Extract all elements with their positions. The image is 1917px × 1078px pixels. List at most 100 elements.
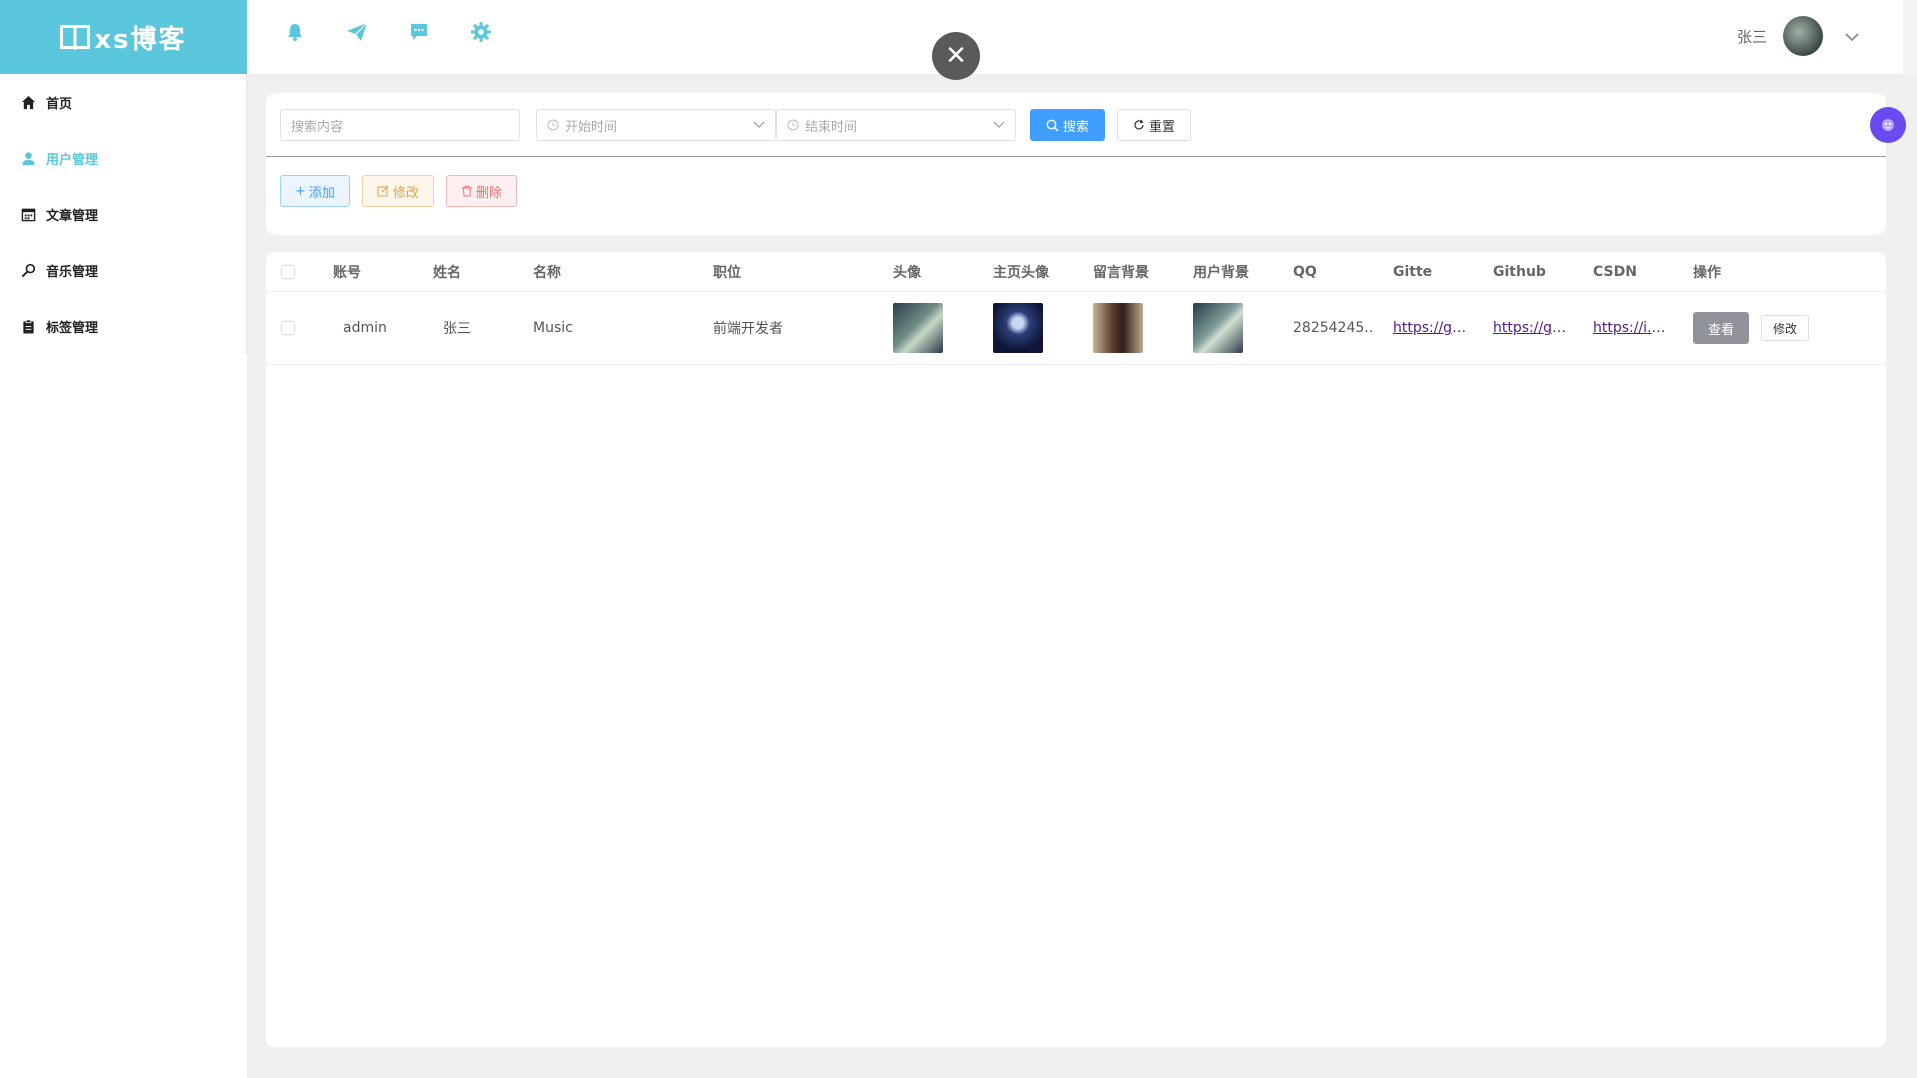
search-placeholder: 搜索内容 bbox=[291, 119, 344, 135]
book-icon bbox=[60, 25, 91, 49]
plus-icon: + bbox=[295, 183, 306, 199]
message-bg-thumbnail[interactable] bbox=[1093, 303, 1143, 353]
cell-github: https://gi... bbox=[1493, 292, 1569, 364]
cell-home-avatar[interactable] bbox=[993, 292, 1043, 364]
topbar: 张三 bbox=[247, 0, 1917, 74]
scrollbar[interactable] bbox=[1903, 0, 1917, 74]
user-bg-thumbnail[interactable] bbox=[1193, 303, 1243, 353]
sidebar-item-label: 文章管理 bbox=[46, 208, 99, 224]
action-row: + 添加 修改 删除 bbox=[280, 175, 517, 207]
trash-icon bbox=[461, 186, 472, 197]
chevron-down-icon[interactable] bbox=[1845, 27, 1859, 46]
delete-button[interactable]: 删除 bbox=[445, 175, 517, 207]
gear-icon[interactable] bbox=[469, 20, 493, 44]
user-menu[interactable]: 张三 bbox=[1737, 16, 1859, 56]
sidebar-item-home[interactable]: 首页 bbox=[0, 74, 246, 130]
bell-icon[interactable] bbox=[283, 20, 307, 44]
home-icon bbox=[20, 94, 36, 110]
reset-button[interactable]: 重置 bbox=[1117, 109, 1192, 141]
end-date-picker[interactable]: 结束时间 bbox=[776, 109, 1016, 141]
view-button[interactable]: 查看 bbox=[1693, 312, 1750, 344]
cell-position: 前端开发者 bbox=[713, 321, 783, 337]
filter-row: 搜索内容 开始时间 结束时间 搜索 重置 bbox=[280, 109, 1192, 141]
sidebar-item-label: 首页 bbox=[46, 96, 73, 112]
sidebar-item-label: 音乐管理 bbox=[46, 264, 99, 280]
column-header[interactable]: QQ bbox=[1293, 252, 1317, 291]
cell-gitte: https://gi... bbox=[1393, 292, 1469, 364]
sidebar: xs博客 首页 用户管理 文章管理 音乐管理 标签管理 bbox=[0, 0, 247, 1078]
delete-button-label: 删除 bbox=[475, 185, 502, 201]
assistant-badge[interactable] bbox=[1870, 107, 1906, 143]
start-date-placeholder: 开始时间 bbox=[565, 119, 618, 135]
send-icon[interactable] bbox=[345, 20, 369, 44]
search-input[interactable]: 搜索内容 bbox=[280, 109, 520, 141]
avatar-thumbnail[interactable] bbox=[893, 303, 943, 353]
clock-icon bbox=[787, 119, 799, 131]
home-avatar-thumbnail[interactable] bbox=[993, 303, 1043, 353]
column-header[interactable]: 头像 bbox=[893, 252, 921, 291]
calendar-icon bbox=[20, 206, 36, 222]
chevron-down-icon bbox=[993, 121, 1005, 128]
sidebar-item-music[interactable]: 音乐管理 bbox=[0, 242, 246, 298]
cell-csdn: https://i.c... bbox=[1593, 292, 1669, 364]
row-checkbox[interactable] bbox=[281, 292, 295, 364]
cell-user-bg[interactable] bbox=[1193, 292, 1243, 364]
column-header[interactable]: 用户背景 bbox=[1193, 252, 1249, 291]
column-header[interactable]: 操作 bbox=[1693, 252, 1721, 291]
checkbox[interactable] bbox=[281, 321, 295, 335]
chevron-down-icon bbox=[753, 121, 765, 128]
column-header[interactable]: 主页头像 bbox=[993, 252, 1049, 291]
start-date-picker[interactable]: 开始时间 bbox=[536, 109, 776, 141]
divider bbox=[266, 156, 1886, 157]
column-header[interactable]: 留言背景 bbox=[1093, 252, 1149, 291]
csdn-link[interactable]: https://i.c... bbox=[1593, 320, 1669, 336]
refresh-icon bbox=[1134, 119, 1144, 130]
cell-qq: 28254245... bbox=[1293, 320, 1373, 336]
column-header[interactable]: 姓名 bbox=[433, 252, 461, 291]
chat-icon[interactable] bbox=[407, 20, 431, 44]
edit-button-label: 修改 bbox=[392, 185, 419, 201]
cell-avatar[interactable] bbox=[893, 292, 943, 364]
gitte-link[interactable]: https://gi... bbox=[1393, 320, 1469, 336]
close-icon: ✕ bbox=[945, 41, 967, 71]
cell-title: Music bbox=[533, 320, 573, 336]
sidebar-nav: 首页 用户管理 文章管理 音乐管理 标签管理 bbox=[0, 74, 247, 354]
edit-icon bbox=[377, 185, 389, 197]
sidebar-item-label: 标签管理 bbox=[46, 320, 99, 336]
checkbox[interactable] bbox=[281, 264, 295, 279]
column-header[interactable]: 职位 bbox=[713, 252, 741, 291]
cell-account: admin bbox=[343, 320, 387, 336]
avatar[interactable] bbox=[1783, 16, 1823, 56]
top-icons bbox=[283, 20, 493, 44]
cell-name: 张三 bbox=[443, 321, 471, 337]
logo-text: xs博客 bbox=[94, 24, 187, 55]
github-link[interactable]: https://gi... bbox=[1493, 320, 1569, 336]
column-header[interactable]: Github bbox=[1493, 252, 1546, 291]
add-button-label: 添加 bbox=[308, 185, 335, 201]
sidebar-item-label: 用户管理 bbox=[46, 152, 99, 168]
row-edit-button[interactable]: 修改 bbox=[1761, 315, 1810, 341]
add-button[interactable]: + 添加 bbox=[280, 175, 350, 207]
sidebar-item-tags[interactable]: 标签管理 bbox=[0, 298, 246, 354]
column-header[interactable]: Gitte bbox=[1393, 252, 1432, 291]
cell-message-bg[interactable] bbox=[1093, 292, 1143, 364]
search-button-label: 搜索 bbox=[1063, 119, 1090, 135]
search-icon bbox=[20, 262, 36, 278]
search-button[interactable]: 搜索 bbox=[1030, 109, 1106, 141]
logo[interactable]: xs博客 bbox=[0, 0, 247, 74]
cell-actions: 查看 修改 bbox=[1693, 292, 1810, 364]
sidebar-item-articles[interactable]: 文章管理 bbox=[0, 186, 246, 242]
user-name: 张三 bbox=[1736, 27, 1767, 46]
select-all-checkbox[interactable] bbox=[281, 252, 295, 291]
column-header[interactable]: CSDN bbox=[1593, 252, 1637, 291]
clock-icon bbox=[547, 119, 559, 131]
column-header[interactable]: 账号 bbox=[333, 252, 361, 291]
edit-button[interactable]: 修改 bbox=[361, 175, 434, 207]
table-row[interactable]: admin 张三 Music 前端开发者 28254245... https:/… bbox=[266, 292, 1886, 365]
robot-icon bbox=[1882, 119, 1894, 131]
clipboard-icon bbox=[20, 318, 36, 334]
column-header[interactable]: 名称 bbox=[533, 252, 561, 291]
sidebar-item-users[interactable]: 用户管理 bbox=[0, 130, 246, 186]
close-button[interactable]: ✕ bbox=[932, 32, 980, 80]
user-table: 账号 姓名 名称 职位 头像 主页头像 留言背景 用户背景 QQ Gitte G… bbox=[266, 252, 1886, 1047]
